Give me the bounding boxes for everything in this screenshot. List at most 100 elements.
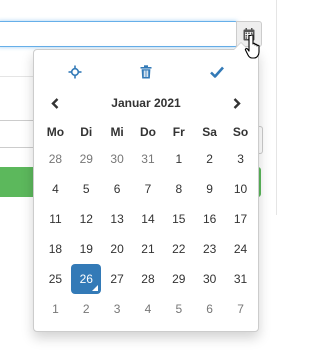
day-number: 8 (175, 182, 183, 196)
day-cell[interactable]: 15 (163, 204, 194, 234)
day-number: 26 (71, 264, 102, 294)
day-cell[interactable]: 11 (40, 204, 71, 234)
date-input[interactable] (0, 21, 238, 47)
day-cell[interactable]: 30 (194, 264, 225, 294)
weekday-label: Sa (202, 125, 217, 139)
day-number: 6 (113, 182, 121, 196)
day-number: 12 (79, 212, 93, 226)
day-cell-old-month[interactable]: 28 (40, 144, 71, 174)
day-number: 4 (144, 302, 152, 316)
prev-month-button[interactable] (40, 92, 70, 114)
week-row: 28 29 30 31 1 2 3 (40, 144, 256, 174)
day-cell-old-month[interactable]: 30 (102, 144, 133, 174)
weekday-label: So (232, 125, 249, 139)
day-number: 23 (202, 242, 217, 256)
day-cell-new-month[interactable]: 3 (102, 294, 133, 324)
day-cell-new-month[interactable]: 1 (40, 294, 71, 324)
day-cell[interactable]: 6 (102, 174, 133, 204)
clear-button[interactable] (111, 60, 182, 84)
chevron-left-icon (51, 97, 59, 109)
close-button[interactable] (181, 60, 252, 84)
day-cell[interactable]: 2 (194, 144, 225, 174)
day-cell[interactable]: 3 (225, 144, 256, 174)
day-number: 29 (79, 152, 93, 166)
day-cell-old-month[interactable]: 31 (133, 144, 164, 174)
day-number: 21 (141, 242, 155, 256)
day-number: 22 (172, 242, 186, 256)
weekday-header-row: Mo Di Mi Do Fr Sa So (40, 120, 256, 144)
day-number: 7 (144, 182, 152, 196)
day-number: 15 (172, 212, 186, 226)
day-number: 1 (175, 152, 183, 166)
day-cell[interactable]: 28 (133, 264, 164, 294)
day-number: 31 (141, 152, 155, 166)
datepicker-toolbar (40, 60, 252, 84)
day-cell[interactable]: 5 (71, 174, 102, 204)
day-cell-new-month[interactable]: 4 (133, 294, 164, 324)
day-cell[interactable]: 17 (225, 204, 256, 234)
day-number: 3 (113, 302, 121, 316)
week-row: 25 26 27 28 29 30 31 (40, 264, 256, 294)
day-number: 3 (237, 152, 244, 166)
day-cell[interactable]: 10 (225, 174, 256, 204)
today-button[interactable] (40, 60, 111, 84)
day-cell[interactable]: 29 (163, 264, 194, 294)
chevron-right-icon (233, 97, 241, 109)
day-number: 20 (110, 242, 124, 256)
week-row: 1 2 3 4 5 6 7 (40, 294, 256, 324)
day-cell[interactable]: 14 (133, 204, 164, 234)
next-month-button[interactable] (222, 92, 252, 114)
day-number: 1 (52, 302, 59, 316)
day-cell[interactable]: 4 (40, 174, 71, 204)
day-cell-new-month[interactable]: 6 (194, 294, 225, 324)
day-cell-old-month[interactable]: 29 (71, 144, 102, 174)
day-number: 2 (206, 152, 213, 166)
day-cell[interactable]: 8 (163, 174, 194, 204)
day-cell[interactable]: 1 (163, 144, 194, 174)
day-number: 27 (110, 272, 124, 286)
day-cell[interactable]: 20 (102, 234, 133, 264)
datepicker-popup: Januar 2021 Mo Di Mi Do Fr Sa So 28 29 30 3… (33, 42, 259, 332)
day-cell[interactable]: 12 (71, 204, 102, 234)
weekday-label: Di (80, 125, 93, 139)
day-number: 5 (82, 182, 90, 196)
day-cell[interactable]: 24 (225, 234, 256, 264)
month-title[interactable]: Januar 2021 (111, 96, 180, 110)
weekday-label: Mi (110, 125, 124, 139)
day-cell-new-month[interactable]: 7 (225, 294, 256, 324)
day-number: 25 (48, 272, 63, 286)
day-number: 11 (49, 212, 62, 226)
day-cell[interactable]: 23 (194, 234, 225, 264)
day-cell[interactable]: 19 (71, 234, 102, 264)
day-cell[interactable]: 27 (102, 264, 133, 294)
day-number: 30 (202, 272, 217, 286)
weekday-label: Mo (46, 125, 65, 139)
day-cell[interactable]: 13 (102, 204, 133, 234)
day-number: 4 (52, 182, 59, 196)
day-number: 13 (110, 212, 124, 226)
trash-icon (140, 65, 152, 79)
crosshair-icon (68, 65, 82, 79)
day-number: 31 (233, 272, 248, 286)
day-cell[interactable]: 21 (133, 234, 164, 264)
hand-cursor-icon (244, 34, 260, 59)
day-cell-new-month[interactable]: 5 (163, 294, 194, 324)
day-cell[interactable]: 18 (40, 234, 71, 264)
day-number: 6 (206, 302, 213, 316)
day-cell[interactable]: 7 (133, 174, 164, 204)
day-number: 30 (110, 152, 124, 166)
day-number: 14 (141, 212, 155, 226)
day-cell[interactable]: 25 (40, 264, 71, 294)
day-cell[interactable]: 31 (225, 264, 256, 294)
datepicker-header: Januar 2021 (40, 92, 252, 114)
day-cell-new-month[interactable]: 2 (71, 294, 102, 324)
day-number: 24 (233, 242, 248, 256)
day-cell-selected[interactable]: 26 (71, 264, 102, 294)
day-number: 18 (48, 242, 63, 256)
day-cell[interactable]: 16 (194, 204, 225, 234)
day-number: 2 (82, 302, 90, 316)
day-number: 28 (48, 152, 63, 166)
day-cell[interactable]: 9 (194, 174, 225, 204)
day-number: 16 (202, 212, 217, 226)
day-cell[interactable]: 22 (163, 234, 194, 264)
